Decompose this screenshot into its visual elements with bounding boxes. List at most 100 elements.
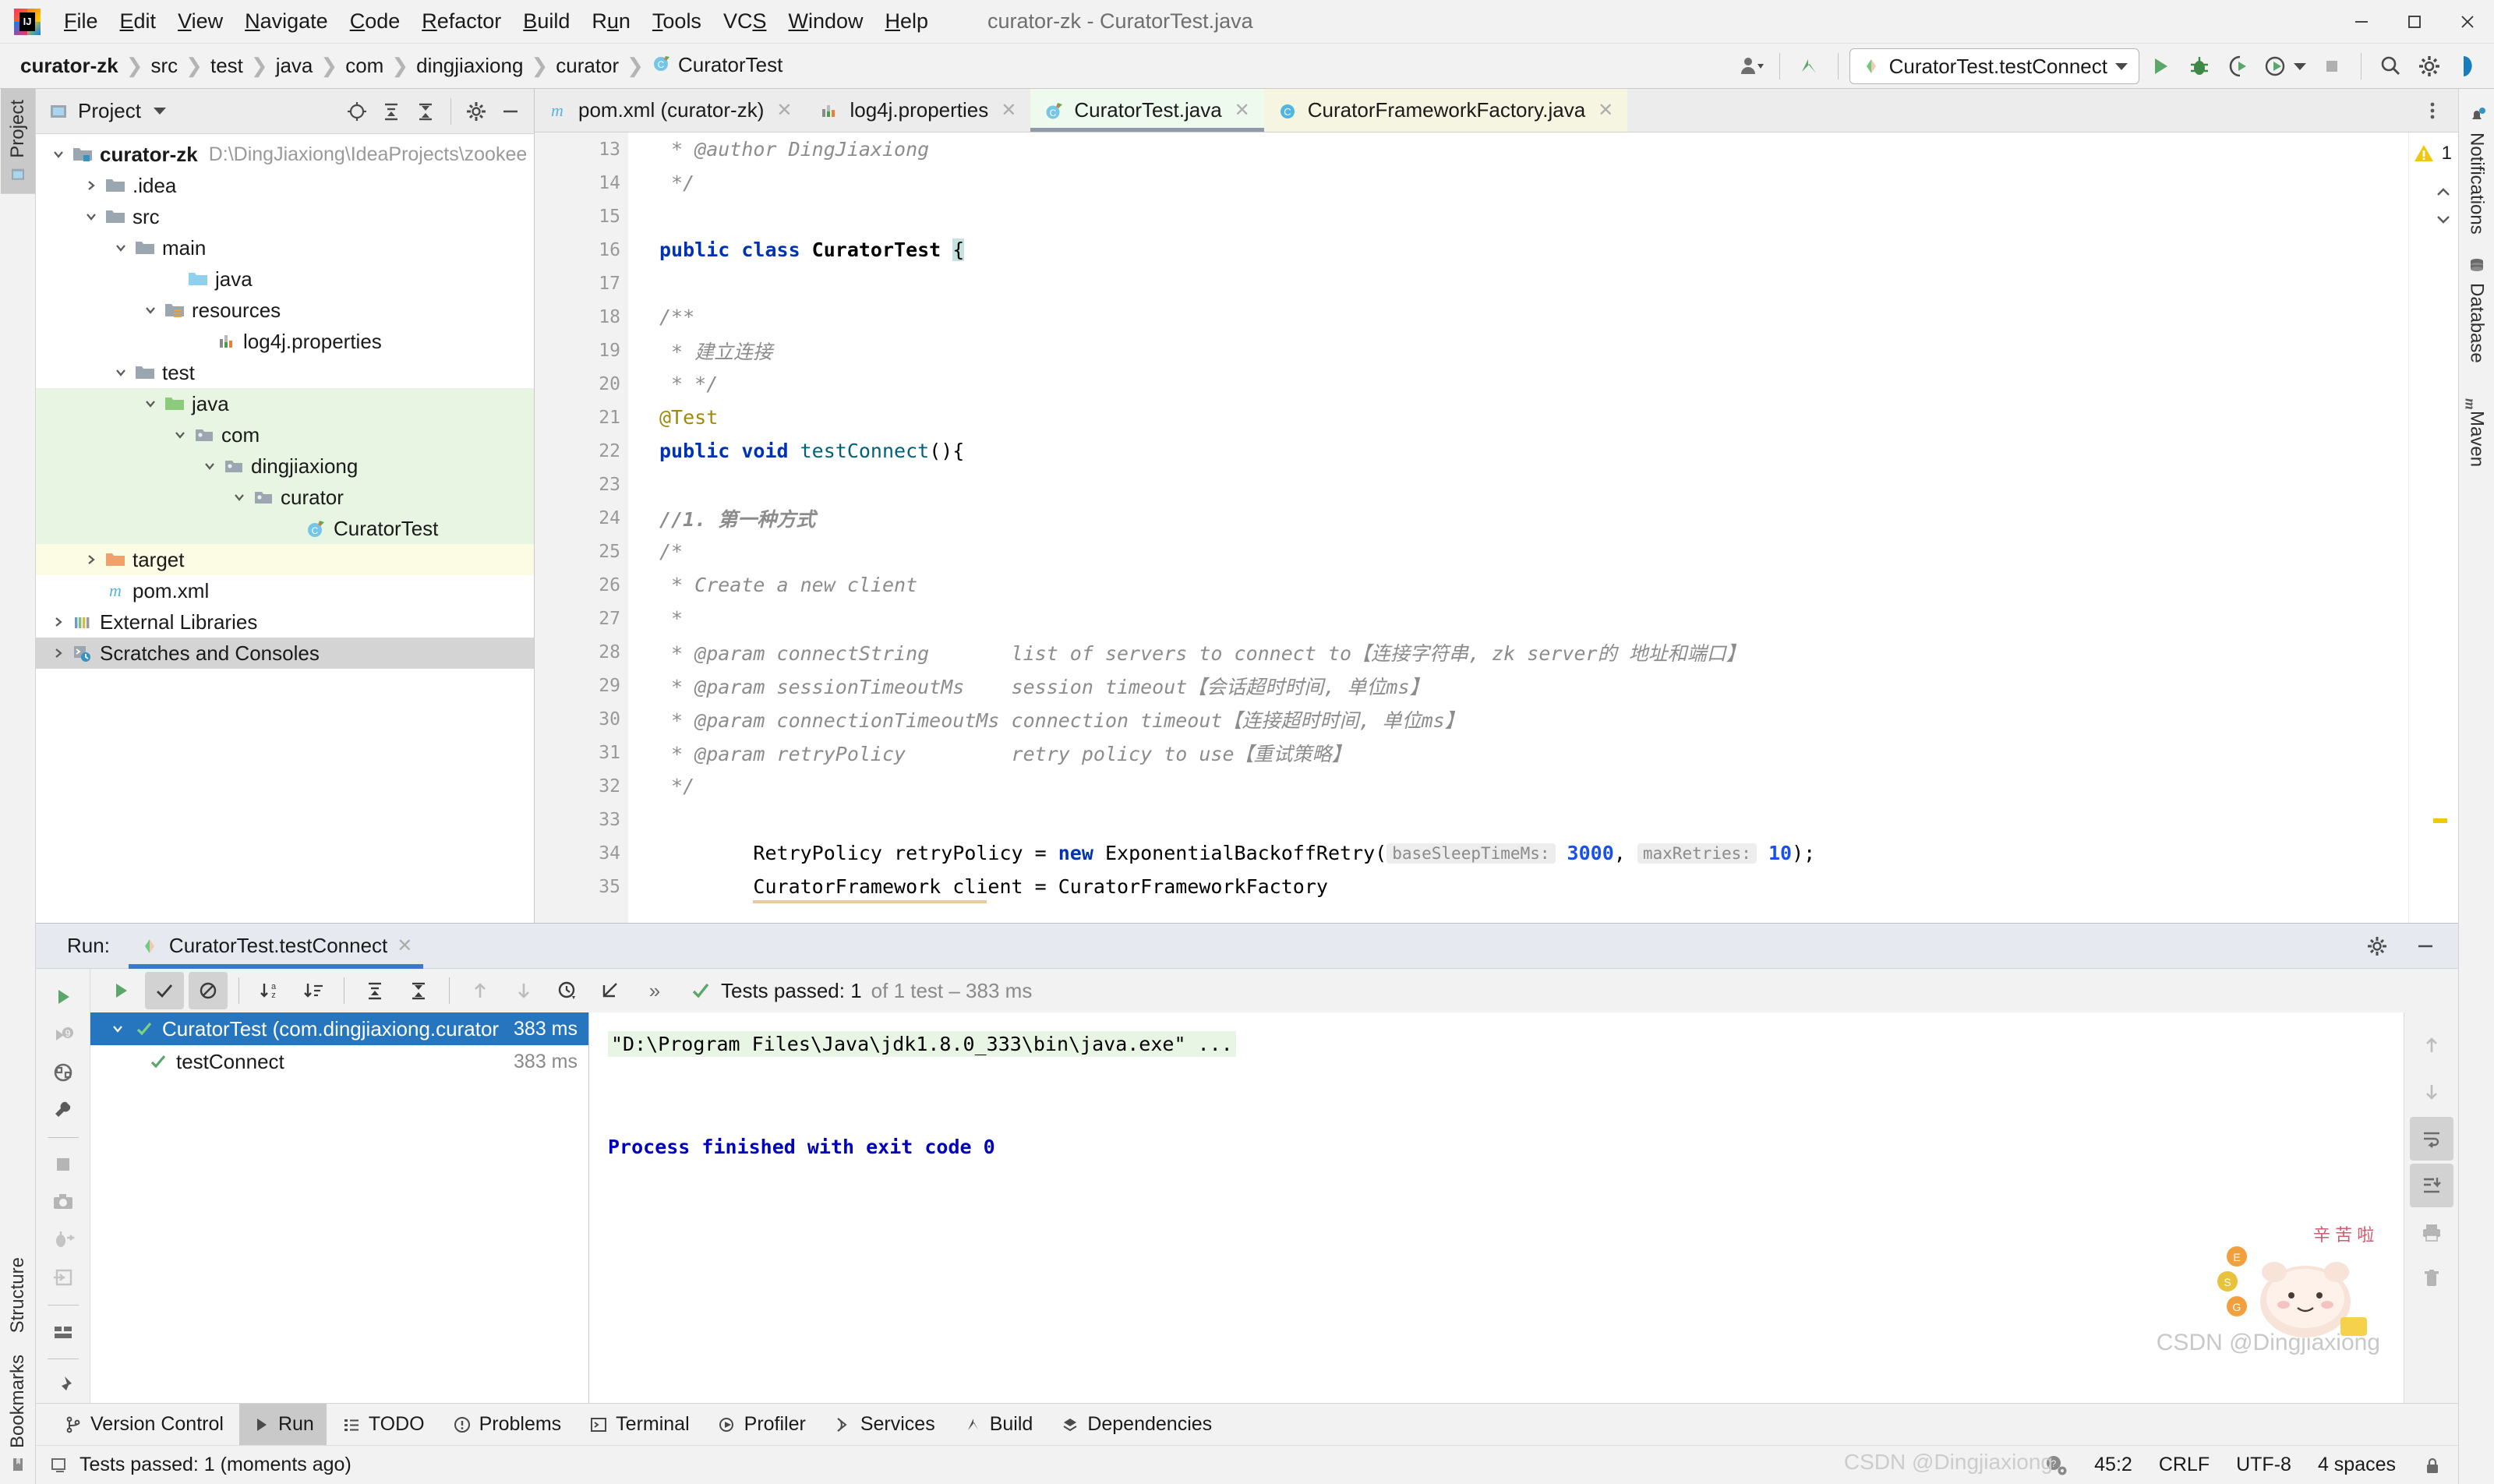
pin-icon[interactable]	[41, 1369, 85, 1403]
clear-all-icon[interactable]	[2410, 1257, 2453, 1301]
rerun-automatically-icon[interactable]	[41, 1055, 85, 1090]
layout-settings-icon[interactable]	[41, 1314, 85, 1348]
settings-gear-icon[interactable]	[459, 94, 493, 129]
export-icon[interactable]	[41, 1260, 85, 1295]
breadcrumb-item-curatortest[interactable]: C CuratorTest	[645, 51, 789, 82]
chevron-down-icon[interactable]	[108, 1019, 128, 1039]
menu-run[interactable]: Run	[581, 5, 641, 38]
show-ignored-toggle[interactable]	[189, 972, 228, 1009]
indent-setting[interactable]: 4 spaces	[2318, 1454, 2396, 1476]
tree-node-curator[interactable]: curator	[36, 482, 534, 513]
tool-window-version-control[interactable]: Version Control	[51, 1404, 236, 1446]
menu-file[interactable]: FFileile	[53, 5, 109, 38]
tree-node-idea[interactable]: .idea	[36, 170, 534, 201]
tool-window-dependencies[interactable]: Dependencies	[1048, 1404, 1224, 1446]
stop-button[interactable]	[2314, 48, 2350, 85]
collapse-all-icon[interactable]	[399, 972, 438, 1009]
tool-window-todo[interactable]: TODO	[330, 1404, 437, 1446]
tool-window-profiler[interactable]: Profiler	[705, 1404, 818, 1446]
tab-pom-xml[interactable]: m pom.xml (curator-zk) ✕	[535, 89, 806, 132]
test-tree-row-testconnect[interactable]: testConnect 383 ms	[90, 1045, 588, 1078]
ide-assistant-icon[interactable]	[2450, 48, 2486, 85]
print-icon[interactable]	[2410, 1210, 2453, 1254]
next-failed-test-icon[interactable]	[504, 972, 543, 1009]
sidebar-item-project[interactable]: Project	[0, 89, 35, 194]
collapse-all-icon[interactable]	[408, 94, 443, 129]
tree-node-main[interactable]: main	[36, 232, 534, 263]
sidebar-item-structure[interactable]: Structure	[1, 1246, 35, 1344]
configure-tests-icon[interactable]	[41, 1093, 85, 1127]
warning-stripe[interactable]	[2433, 818, 2447, 823]
menu-code[interactable]: Code	[339, 5, 412, 38]
tool-window-terminal[interactable]: Terminal	[577, 1404, 701, 1446]
editor-gutter[interactable]: 13 14 15 16 17 18 19 20 21 22 23 24 25 26 27 28 29 30 31 32…	[535, 132, 689, 923]
caret-position[interactable]: 45:2	[2094, 1454, 2132, 1476]
editor-code[interactable]: * @author DingJiaxiong */ public class Cu…	[628, 132, 2408, 923]
editor-tabs-options-icon[interactable]	[2421, 89, 2444, 132]
tool-window-run[interactable]: Run	[238, 1403, 327, 1446]
tab-curatortest-java[interactable]: C CuratorTest.java ✕	[1030, 89, 1265, 132]
tool-window-build[interactable]: Build	[951, 1404, 1046, 1446]
tree-node-resources[interactable]: resources	[36, 295, 534, 326]
breadcrumb-item-curator[interactable]: curator	[549, 51, 625, 80]
soft-wrap-icon[interactable]	[2409, 1117, 2453, 1161]
close-icon[interactable]: ✕	[1598, 99, 1613, 122]
tree-node-src[interactable]: src	[36, 201, 534, 232]
tree-node-curatortest[interactable]: C CuratorTest	[36, 513, 534, 544]
minimize-icon[interactable]	[2335, 0, 2388, 44]
sort-alphabetically-icon[interactable]: az	[250, 972, 289, 1009]
sort-by-duration-icon[interactable]	[294, 972, 333, 1009]
close-icon[interactable]: ✕	[397, 935, 412, 957]
maximize-icon[interactable]	[2388, 0, 2441, 44]
tool-window-problems[interactable]: Problems	[440, 1404, 574, 1446]
chevron-down-icon[interactable]	[81, 207, 101, 227]
chevron-down-icon[interactable]	[229, 487, 249, 507]
test-tree-row-curatortest[interactable]: CuratorTest (com.dingjiaxiong.curator 38…	[90, 1012, 588, 1045]
menu-build[interactable]: Build	[512, 5, 581, 38]
file-encoding[interactable]: UTF-8	[2236, 1454, 2291, 1476]
chevron-down-icon[interactable]	[111, 362, 131, 383]
tree-node-curator-zk[interactable]: curator-zk D:\DingJiaxiong\IdeaProjects\…	[36, 139, 534, 170]
sidebar-item-notifications[interactable]: Notifications	[2460, 95, 2494, 246]
scroll-up-icon[interactable]	[2410, 1023, 2453, 1067]
run-tab-curatortest-testconnect[interactable]: CuratorTest.testConnect ✕	[128, 924, 424, 969]
previous-failed-test-icon[interactable]	[461, 972, 500, 1009]
dump-threads-icon[interactable]	[41, 1223, 85, 1257]
menu-window[interactable]: Window	[777, 5, 874, 38]
sidebar-item-database[interactable]: Database	[2460, 246, 2494, 374]
breadcrumb-item-test[interactable]: test	[204, 51, 249, 80]
chevron-right-icon[interactable]	[48, 612, 69, 632]
chevron-down-icon[interactable]	[111, 238, 131, 258]
tree-node-com[interactable]: com	[36, 419, 534, 450]
menu-view[interactable]: View	[167, 5, 234, 38]
tree-node-target[interactable]: target	[36, 544, 534, 575]
debug-button[interactable]	[2181, 48, 2217, 85]
run-with-coverage-button[interactable]	[2220, 48, 2256, 85]
menu-help[interactable]: Help	[874, 5, 940, 38]
update-project-icon[interactable]	[1791, 48, 1827, 85]
breadcrumb-item-java[interactable]: java	[270, 51, 320, 80]
breadcrumb-item-com[interactable]: com	[339, 51, 390, 80]
sidebar-item-maven[interactable]: m Maven	[2460, 373, 2494, 478]
chevron-right-icon[interactable]	[81, 549, 101, 570]
tree-node-scratches-and-consoles[interactable]: Scratches and Consoles	[36, 638, 534, 669]
profile-button[interactable]	[2259, 48, 2311, 85]
breadcrumb-item-src[interactable]: src	[145, 51, 185, 80]
search-icon[interactable]	[2372, 48, 2408, 85]
menu-navigate[interactable]: Navigate	[234, 5, 339, 38]
run-configuration-selector[interactable]: CuratorTest.testConnect	[1849, 48, 2139, 84]
chevron-down-icon[interactable]	[200, 456, 220, 476]
tab-log4j-properties[interactable]: log4j.properties ✕	[806, 89, 1030, 132]
expand-all-icon[interactable]	[355, 972, 394, 1009]
menu-vcs[interactable]: VCS	[712, 5, 778, 38]
chevron-down-icon[interactable]	[140, 394, 161, 414]
close-icon[interactable]: ✕	[776, 99, 792, 122]
run-button[interactable]	[2143, 48, 2178, 85]
tree-node-test-java[interactable]: java	[36, 388, 534, 419]
close-icon[interactable]: ✕	[1235, 99, 1250, 122]
tree-node-external-libraries[interactable]: External Libraries	[36, 606, 534, 638]
breadcrumb-item-project[interactable]: curator-zk	[14, 51, 125, 80]
chevron-right-icon[interactable]	[81, 175, 101, 196]
breadcrumb-item-dingjiaxiong[interactable]: dingjiaxiong	[410, 51, 529, 80]
settings-gear-icon[interactable]	[2411, 48, 2447, 85]
